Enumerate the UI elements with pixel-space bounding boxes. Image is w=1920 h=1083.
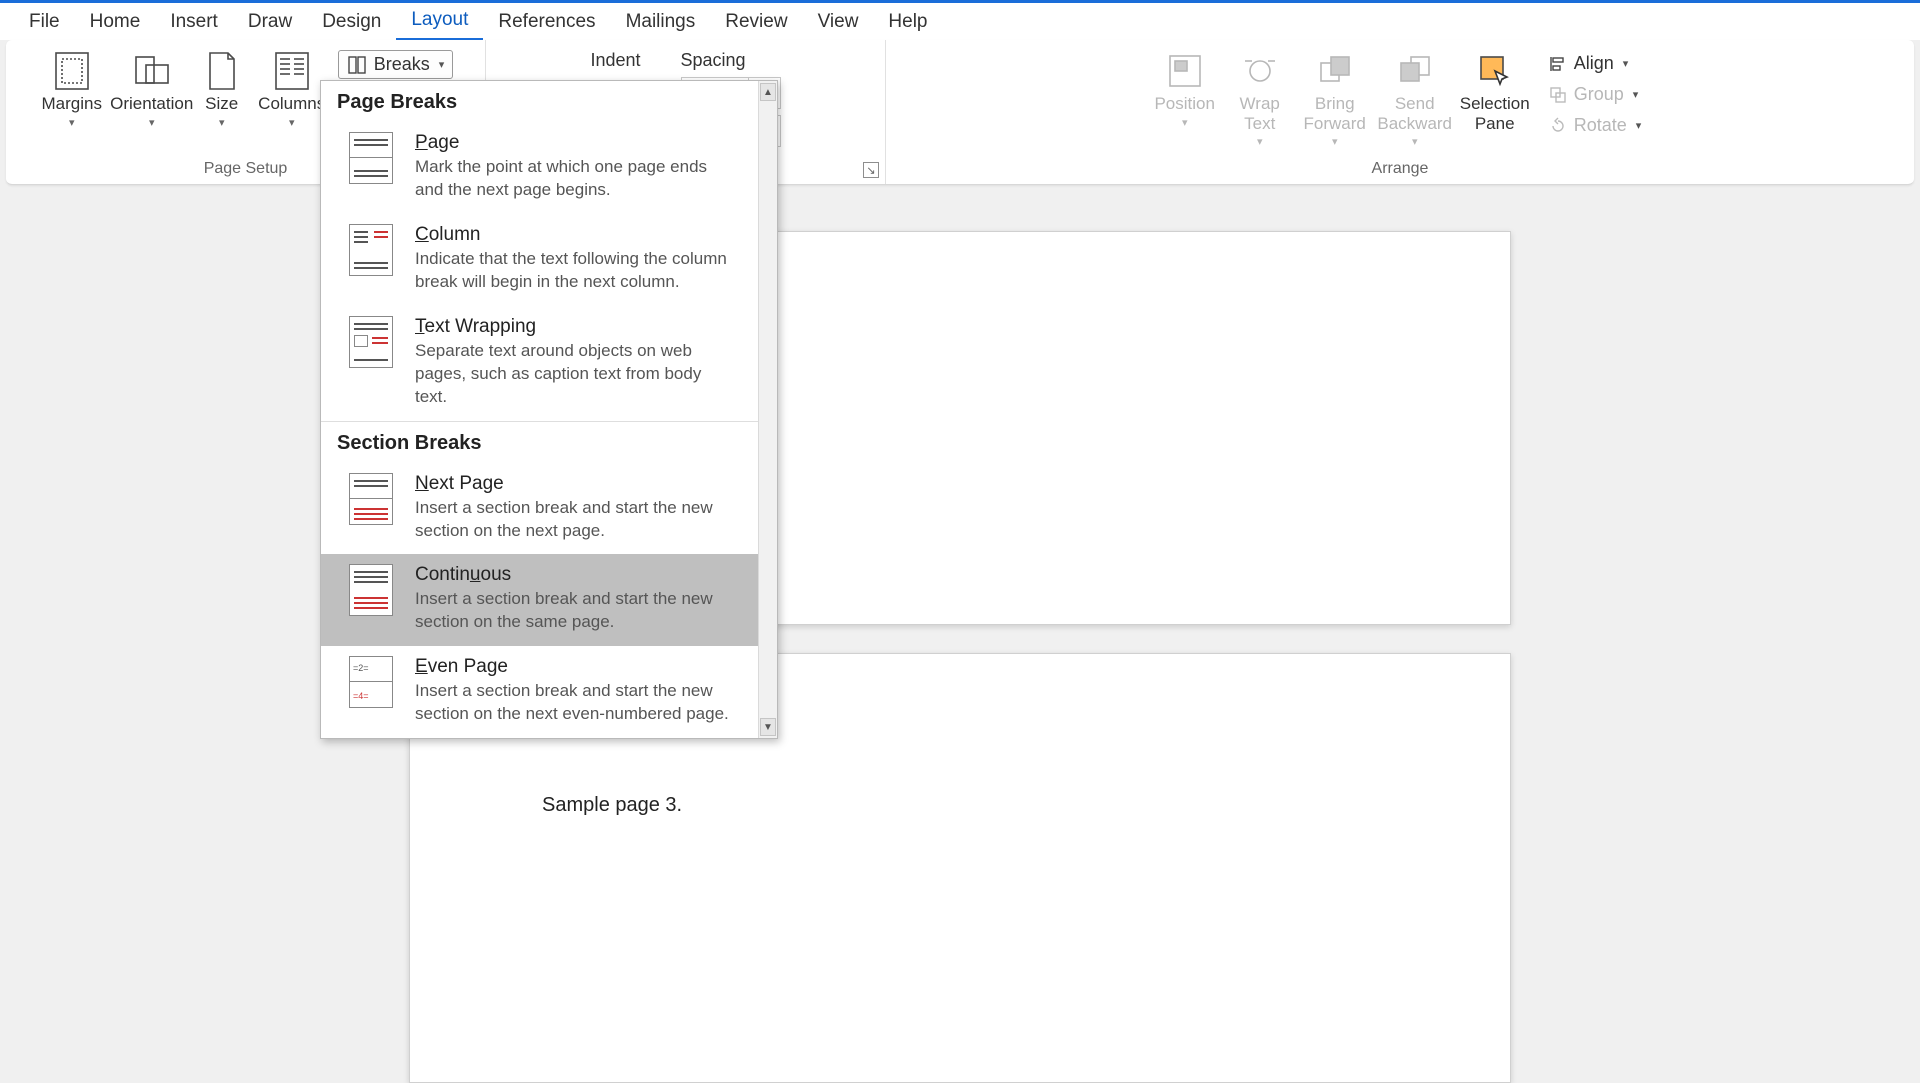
group-label: Page Setup <box>204 160 288 182</box>
menu-references[interactable]: References <box>483 4 610 40</box>
size-button[interactable]: Size ▾ <box>192 46 252 129</box>
selection-pane-icon <box>1474 50 1516 92</box>
page-break-icon <box>349 132 393 184</box>
group-arrange: Position ▾ Wrap Text ▾ Bring Forward ▾ S… <box>886 40 1914 184</box>
group-button: Group▾ <box>1541 81 1650 108</box>
menu-file[interactable]: File <box>14 4 75 40</box>
selection-pane-button[interactable]: Selection Pane <box>1455 46 1535 133</box>
text-wrapping-break-icon <box>349 316 393 368</box>
page-text: Sample page 3. <box>542 794 1510 817</box>
column-break-icon <box>349 224 393 276</box>
menu-insert[interactable]: Insert <box>155 4 233 40</box>
menu-bar: File Home Insert Draw Design Layout Refe… <box>0 0 1920 40</box>
next-page-break-icon <box>349 473 393 525</box>
columns-icon <box>271 50 313 92</box>
menu-draw[interactable]: Draw <box>233 4 307 40</box>
ribbon: Margins ▾ Orientation ▾ Size ▾ <box>6 40 1914 185</box>
rotate-icon <box>1549 117 1567 135</box>
breaks-dropdown: Page Breaks Page Mark the point at which… <box>320 80 778 739</box>
chevron-down-icon: ▾ <box>289 116 295 129</box>
break-even-page[interactable]: =2= =4= Even Page Insert a section break… <box>321 646 758 738</box>
chevron-down-icon: ▾ <box>1182 116 1188 129</box>
menu-help[interactable]: Help <box>873 4 942 40</box>
chevron-down-icon: ▾ <box>1332 135 1338 148</box>
chevron-down-icon: ▾ <box>1257 135 1263 148</box>
chevron-down-icon: ▾ <box>1636 119 1642 132</box>
break-text-wrapping[interactable]: Text Wrapping Separate text around objec… <box>321 306 758 421</box>
menu-home[interactable]: Home <box>75 4 156 40</box>
break-continuous[interactable]: Continuous Insert a section break and st… <box>321 554 758 646</box>
even-page-break-icon: =2= =4= <box>349 656 393 708</box>
menu-design[interactable]: Design <box>307 4 396 40</box>
margins-button[interactable]: Margins ▾ <box>32 46 112 129</box>
chevron-down-icon: ▾ <box>69 116 75 129</box>
bring-forward-button: Bring Forward ▾ <box>1295 46 1375 148</box>
position-button: Position ▾ <box>1145 46 1225 129</box>
continuous-break-icon <box>349 564 393 616</box>
break-page[interactable]: Page Mark the point at which one page en… <box>321 122 758 214</box>
margins-icon <box>51 50 93 92</box>
paragraph-dialog-launcher[interactable]: ↘ <box>863 162 879 178</box>
align-icon <box>1549 55 1567 73</box>
indent-label: Indent <box>590 50 640 71</box>
orientation-icon <box>131 50 173 92</box>
breaks-icon <box>347 55 367 75</box>
chevron-down-icon: ▾ <box>149 116 155 129</box>
size-icon <box>201 50 243 92</box>
menu-view[interactable]: View <box>803 4 874 40</box>
menu-layout[interactable]: Layout <box>396 2 483 41</box>
position-icon <box>1164 50 1206 92</box>
spacing-label: Spacing <box>681 50 781 71</box>
break-column[interactable]: Column Indicate that the text following … <box>321 214 758 306</box>
chevron-down-icon: ▾ <box>1623 57 1629 70</box>
break-next-page[interactable]: Next Page Insert a section break and sta… <box>321 463 758 555</box>
menu-review[interactable]: Review <box>710 4 802 40</box>
scroll-down-icon[interactable]: ▼ <box>760 718 776 736</box>
page-breaks-header: Page Breaks <box>321 81 758 122</box>
chevron-down-icon: ▾ <box>1633 88 1639 101</box>
chevron-down-icon: ▾ <box>439 58 445 71</box>
rotate-button: Rotate▾ <box>1541 112 1650 139</box>
orientation-button[interactable]: Orientation ▾ <box>112 46 192 129</box>
wrap-text-icon <box>1239 50 1281 92</box>
breaks-button[interactable]: Breaks ▾ <box>338 50 454 79</box>
align-button[interactable]: Align▾ <box>1541 50 1650 77</box>
document-area: Sample page 3. <box>0 185 1920 1083</box>
dropdown-scrollbar[interactable]: ▲ ▼ <box>758 81 777 738</box>
menu-mailings[interactable]: Mailings <box>611 4 711 40</box>
bring-forward-icon <box>1314 50 1356 92</box>
chevron-down-icon: ▾ <box>1412 135 1418 148</box>
chevron-down-icon: ▾ <box>219 116 225 129</box>
send-backward-button: Send Backward ▾ <box>1375 46 1455 148</box>
wrap-text-button: Wrap Text ▾ <box>1225 46 1295 148</box>
group-label: Arrange <box>1372 160 1429 182</box>
section-breaks-header: Section Breaks <box>321 422 758 463</box>
group-icon <box>1549 86 1567 104</box>
scroll-up-icon[interactable]: ▲ <box>760 83 776 101</box>
send-backward-icon <box>1394 50 1436 92</box>
